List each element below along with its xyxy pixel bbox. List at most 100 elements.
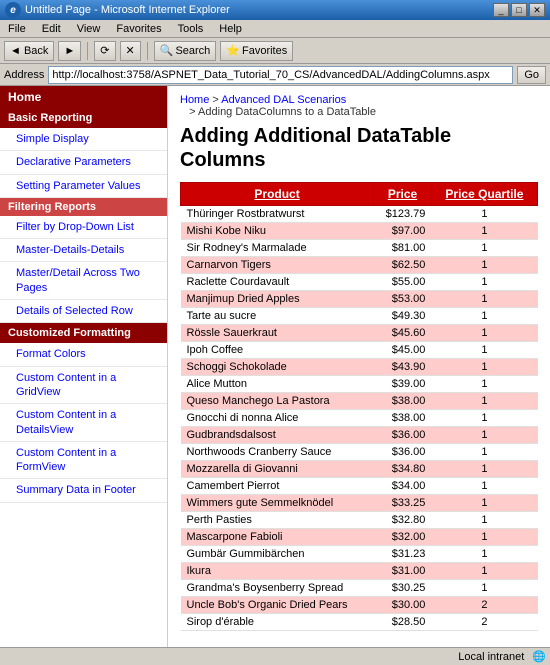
table-cell-5-0: Manjimup Dried Apples [181,291,374,308]
table-cell-20-1: $31.23 [374,546,432,563]
table-cell-8-2: 1 [431,342,537,359]
data-table: Product Price Price Quartile Thüringer R… [180,182,538,631]
table-row: Carnarvon Tigers$62.501 [181,257,538,274]
table-cell-11-1: $38.00 [374,393,432,410]
table-cell-19-0: Mascarpone Fabioli [181,529,374,546]
col-header-quartile[interactable]: Price Quartile [431,183,537,206]
favorites-icon: ⭐ [226,44,240,57]
sidebar-item-custom-detailsview[interactable]: Custom Content in a DetailsView [0,404,167,442]
table-cell-13-0: Gudbrandsdalsost [181,427,374,444]
menu-help[interactable]: Help [215,22,246,36]
table-cell-0-0: Thüringer Rostbratwurst [181,206,374,223]
breadcrumb-page: Adding DataColumns to a DataTable [198,106,376,118]
table-cell-3-0: Carnarvon Tigers [181,257,374,274]
table-row: Uncle Bob's Organic Dried Pears$30.002 [181,597,538,614]
table-cell-1-0: Mishi Kobe Niku [181,223,374,240]
table-row: Grandma's Boysenberry Spread$30.251 [181,580,538,597]
back-button[interactable]: ◄ Back [4,41,54,61]
menu-bar: File Edit View Favorites Tools Help [0,20,550,38]
table-cell-16-2: 1 [431,478,537,495]
content-area: Home > Advanced DAL Scenarios > Adding D… [168,86,550,647]
sidebar-item-master-detail-across[interactable]: Master/Detail Across Two Pages [0,262,167,300]
sidebar-item-custom-formview[interactable]: Custom Content in a FormView [0,442,167,480]
table-cell-19-2: 1 [431,529,537,546]
table-row: Ikura$31.001 [181,563,538,580]
refresh-button[interactable]: ⟳ [94,41,115,61]
table-cell-22-0: Grandma's Boysenberry Spread [181,580,374,597]
close-button[interactable]: ✕ [529,3,545,17]
go-button[interactable]: Go [517,66,546,84]
sidebar-item-setting-parameter-values[interactable]: Setting Parameter Values [0,175,167,198]
sidebar-home[interactable]: Home [0,86,167,108]
menu-favorites[interactable]: Favorites [112,22,165,36]
sidebar-item-simple-display[interactable]: Simple Display [0,128,167,151]
table-cell-5-1: $53.00 [374,291,432,308]
table-cell-15-2: 1 [431,461,537,478]
breadcrumb-section[interactable]: Advanced DAL Scenarios [221,94,346,106]
table-cell-23-0: Uncle Bob's Organic Dried Pears [181,597,374,614]
col-header-price[interactable]: Price [374,183,432,206]
table-cell-21-1: $31.00 [374,563,432,580]
table-cell-16-1: $34.00 [374,478,432,495]
stop-button[interactable]: ✕ [120,41,141,61]
table-row: Thüringer Rostbratwurst$123.791 [181,206,538,223]
sidebar-item-declarative-parameters[interactable]: Declarative Parameters [0,151,167,174]
table-cell-24-0: Sirop d'érable [181,614,374,631]
sidebar-section-filtering-reports[interactable]: Filtering Reports [0,198,167,216]
address-bar: Address Go [0,64,550,86]
sidebar-item-custom-gridview[interactable]: Custom Content in a GridView [0,367,167,405]
sidebar-item-format-colors[interactable]: Format Colors [0,343,167,366]
table-row: Manjimup Dried Apples$53.001 [181,291,538,308]
address-input[interactable] [48,66,513,84]
table-row: Queso Manchego La Pastora$38.001 [181,393,538,410]
table-cell-8-0: Ipoh Coffee [181,342,374,359]
table-cell-6-2: 1 [431,308,537,325]
table-cell-13-2: 1 [431,427,537,444]
table-cell-17-1: $33.25 [374,495,432,512]
search-button[interactable]: 🔍 Search [154,41,217,61]
table-cell-2-0: Sir Rodney's Marmalade [181,240,374,257]
table-row: Schoggi Schokolade$43.901 [181,359,538,376]
toolbar: ◄ Back ► ⟳ ✕ 🔍 Search ⭐ Favorites [0,38,550,64]
table-row: Mozzarella di Giovanni$34.801 [181,461,538,478]
menu-view[interactable]: View [73,22,105,36]
maximize-button[interactable]: □ [511,3,527,17]
table-cell-20-0: Gumbär Gummibärchen [181,546,374,563]
table-cell-14-2: 1 [431,444,537,461]
table-cell-14-0: Northwoods Cranberry Sauce [181,444,374,461]
table-cell-8-1: $45.00 [374,342,432,359]
sidebar-item-filter-dropdown[interactable]: Filter by Drop-Down List [0,216,167,239]
minimize-button[interactable]: _ [493,3,509,17]
table-row: Gumbär Gummibärchen$31.231 [181,546,538,563]
favorites-button[interactable]: ⭐ Favorites [220,41,293,61]
table-cell-12-2: 1 [431,410,537,427]
breadcrumb-home[interactable]: Home [180,94,209,106]
table-row: Sirop d'érable$28.502 [181,614,538,631]
table-cell-11-0: Queso Manchego La Pastora [181,393,374,410]
zone-label: Local intranet [458,651,524,663]
table-cell-18-1: $32.80 [374,512,432,529]
sidebar-item-details-selected-row[interactable]: Details of Selected Row [0,300,167,323]
table-row: Tarte au sucre$49.301 [181,308,538,325]
menu-tools[interactable]: Tools [174,22,208,36]
table-cell-23-1: $30.00 [374,597,432,614]
sidebar-item-master-details[interactable]: Master-Details-Details [0,239,167,262]
table-cell-18-2: 1 [431,512,537,529]
toolbar-separator-2 [147,42,148,60]
sidebar-section-customized-formatting[interactable]: Customized Formatting [0,323,167,343]
menu-file[interactable]: File [4,22,30,36]
sidebar-section-basic-reporting[interactable]: Basic Reporting [0,108,167,128]
search-icon: 🔍 [160,44,174,57]
table-cell-18-0: Perth Pasties [181,512,374,529]
forward-button[interactable]: ► [58,41,81,61]
ie-logo-icon: e [5,2,21,18]
main-container: Home Basic Reporting Simple Display Decl… [0,86,550,647]
table-cell-6-0: Tarte au sucre [181,308,374,325]
col-header-product[interactable]: Product [181,183,374,206]
menu-edit[interactable]: Edit [38,22,65,36]
table-row: Mascarpone Fabioli$32.001 [181,529,538,546]
table-row: Gnocchi di nonna Alice$38.001 [181,410,538,427]
sidebar-item-summary-footer[interactable]: Summary Data in Footer [0,479,167,502]
table-row: Wimmers gute Semmelknödel$33.251 [181,495,538,512]
address-label: Address [4,69,44,81]
